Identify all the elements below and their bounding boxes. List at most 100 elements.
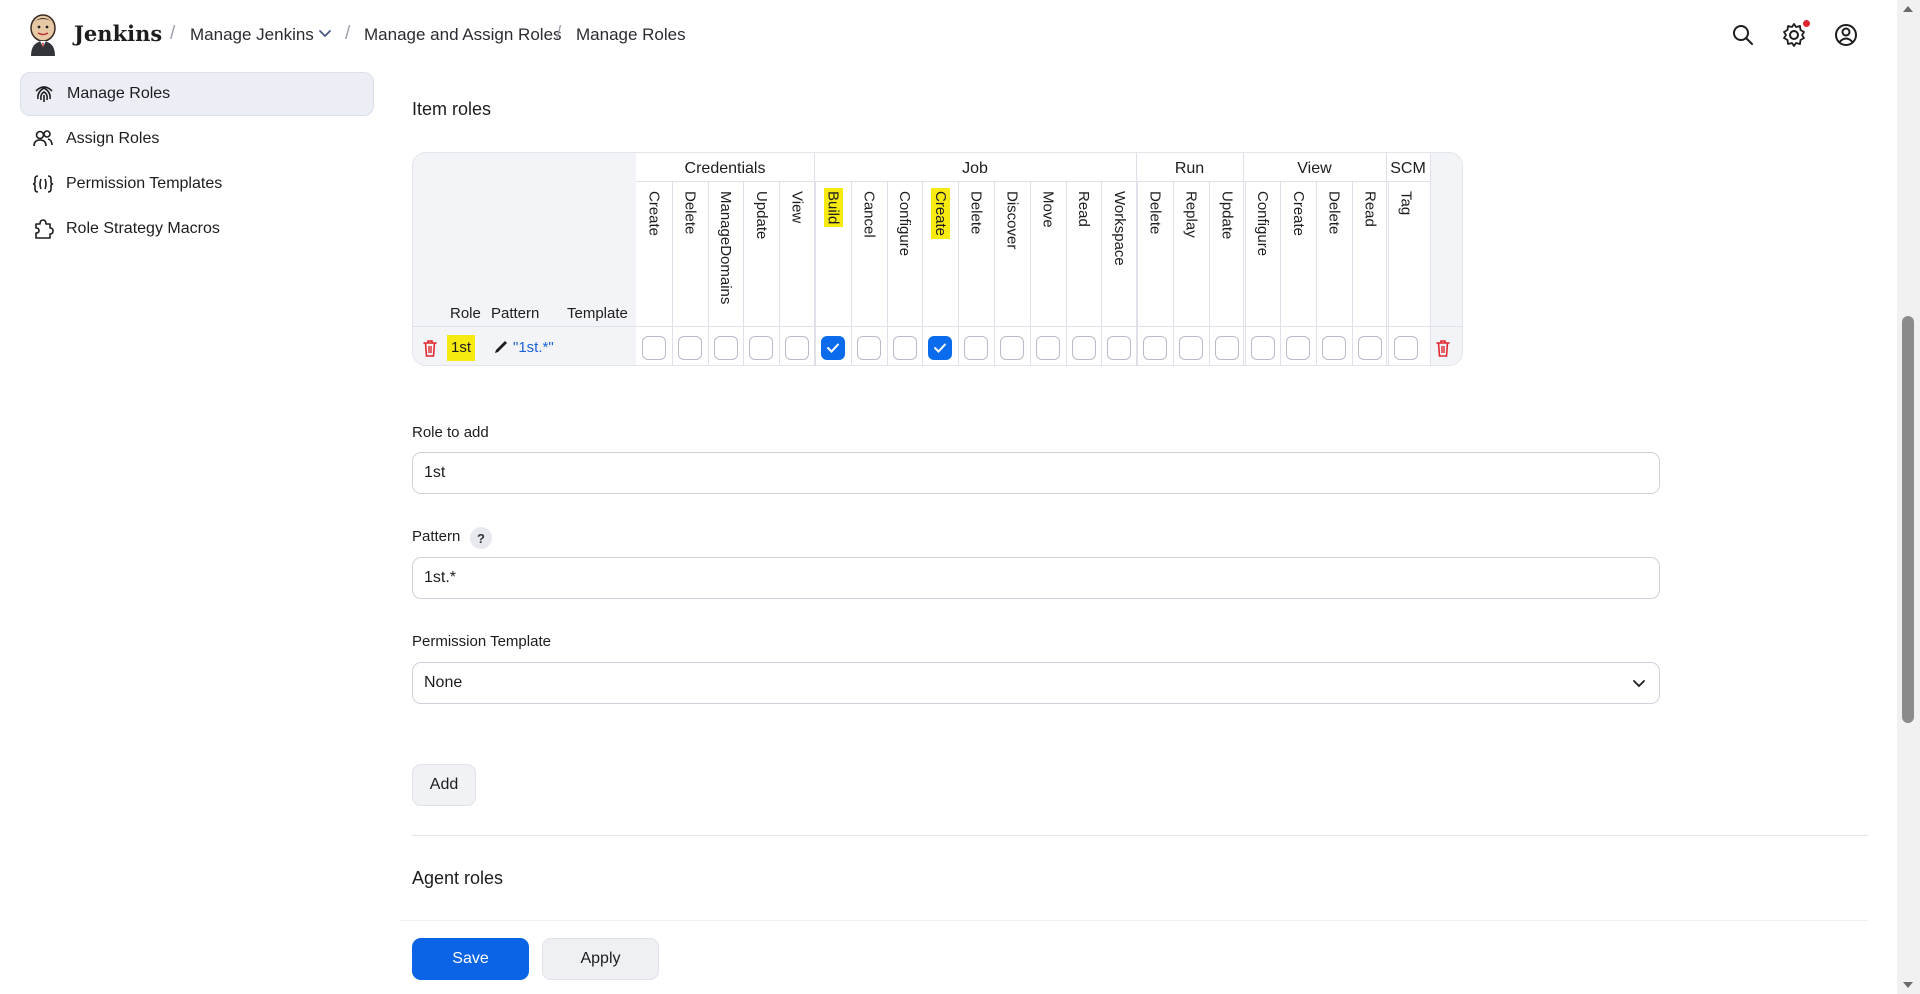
- scrollbar-thumb[interactable]: [1902, 316, 1914, 723]
- permission-template-select[interactable]: None: [412, 662, 1660, 704]
- permission-label-text: Update: [752, 191, 770, 240]
- search-icon[interactable]: [1730, 22, 1756, 48]
- top-header: Jenkins / Manage Jenkins / Manage and As…: [0, 0, 1900, 70]
- permission-checkbox[interactable]: [749, 336, 774, 360]
- permission-checkbox[interactable]: [1071, 336, 1096, 360]
- role-to-add-input[interactable]: [412, 452, 1660, 494]
- permission-checkbox[interactable]: [713, 336, 738, 360]
- permission-checkbox-checked[interactable]: [821, 336, 845, 360]
- permission-template-value: None: [424, 674, 463, 691]
- group-view: View: [1297, 160, 1332, 177]
- group-job: Job: [962, 160, 988, 177]
- scroll-up-arrow[interactable]: [1903, 6, 1913, 12]
- pattern-label: Pattern: [412, 528, 461, 545]
- permission-label-text: Configure: [1254, 191, 1272, 257]
- permission-checkbox[interactable]: [964, 336, 989, 360]
- permission-label: Replay: [1173, 188, 1209, 312]
- permission-checkbox[interactable]: [785, 336, 810, 360]
- permission-label: Update: [743, 188, 779, 312]
- sidebar-item-permission-templates[interactable]: Permission Templates: [20, 162, 374, 206]
- permission-label: Delete: [958, 188, 994, 312]
- sidebar-item-assign-roles[interactable]: Assign Roles: [20, 117, 374, 161]
- chevron-down-icon: [1633, 680, 1645, 688]
- delete-role-icon[interactable]: [1434, 338, 1452, 358]
- check-icon: [827, 343, 839, 353]
- permission-checkbox[interactable]: [1358, 336, 1382, 360]
- breadcrumb-separator: /: [556, 23, 562, 44]
- permission-checkbox[interactable]: [1107, 336, 1132, 360]
- permission-checkbox[interactable]: [1143, 336, 1168, 360]
- permission-label: Configure: [887, 188, 923, 312]
- permission-label: Delete: [1137, 188, 1173, 312]
- permission-checkbox[interactable]: [1393, 336, 1418, 360]
- permission-checkbox[interactable]: [892, 336, 917, 360]
- delete-role-icon[interactable]: [421, 338, 439, 358]
- role-pattern[interactable]: "1st.*": [513, 339, 554, 356]
- permission-label-text: Build: [823, 188, 843, 228]
- apply-button[interactable]: Apply: [542, 938, 659, 980]
- pattern-help-icon[interactable]: ?: [470, 527, 492, 549]
- permission-label-text: Update: [1218, 191, 1236, 240]
- permission-label: Create: [1280, 188, 1316, 312]
- permission-label-text: Delete: [681, 191, 699, 235]
- scroll-down-arrow[interactable]: [1903, 982, 1913, 988]
- permission-checkbox-checked[interactable]: [928, 336, 953, 360]
- permission-checkbox[interactable]: [1286, 336, 1311, 360]
- breadcrumb-manage-assign-roles[interactable]: Manage and Assign Roles: [364, 25, 562, 45]
- permission-checkbox[interactable]: [1179, 336, 1203, 360]
- permission-checkbox[interactable]: [1035, 336, 1060, 360]
- permission-label-text: Create: [645, 191, 663, 237]
- permission-checkbox[interactable]: [1322, 336, 1347, 360]
- group-run: Run: [1174, 160, 1205, 177]
- sidebar-item-role-strategy-macros[interactable]: Role Strategy Macros: [20, 207, 374, 251]
- permission-label: Discover: [994, 188, 1030, 312]
- permission-label-text: Create: [930, 188, 950, 240]
- permission-label-text: Workspace: [1110, 191, 1128, 266]
- permission-checkbox[interactable]: [677, 336, 702, 360]
- permission-label-text: Read: [1075, 191, 1093, 227]
- permission-label: Read: [1352, 188, 1388, 312]
- users-icon: [32, 128, 54, 150]
- save-button[interactable]: Save: [412, 938, 529, 980]
- sidebar-item-label: Assign Roles: [66, 130, 160, 147]
- permission-checkbox[interactable]: [1214, 336, 1239, 360]
- group-credentials: Credentials: [684, 160, 766, 177]
- permission-label-text: Replay: [1182, 191, 1200, 238]
- add-role-button[interactable]: Add: [412, 764, 476, 806]
- sidebar-item-label: Permission Templates: [66, 175, 223, 192]
- permission-checkbox[interactable]: [1000, 336, 1024, 360]
- permission-label-text: ManageDomains: [717, 191, 735, 305]
- sidebar-item-manage-roles[interactable]: Manage Roles: [20, 72, 374, 116]
- breadcrumb-manage-jenkins[interactable]: Manage Jenkins: [190, 25, 314, 45]
- permission-label: Cancel: [851, 188, 887, 312]
- permission-checkbox[interactable]: [856, 336, 881, 360]
- permission-label-text: View: [788, 191, 806, 224]
- permission-label: Configure: [1245, 188, 1281, 312]
- permission-checkbox[interactable]: [1250, 336, 1275, 360]
- pattern-input[interactable]: [412, 557, 1660, 599]
- puzzle-icon: [32, 218, 54, 240]
- notification-dot: [1803, 20, 1810, 27]
- permission-label: Build: [815, 188, 851, 312]
- breadcrumb-manage-roles[interactable]: Manage Roles: [576, 25, 686, 45]
- permission-label-text: Tag: [1397, 191, 1415, 216]
- permission-template-label: Permission Template: [412, 633, 551, 650]
- chevron-down-icon[interactable]: [316, 25, 334, 43]
- permission-label: Create: [922, 188, 958, 312]
- jenkins-logo[interactable]: [26, 14, 60, 56]
- permission-label-text: Configure: [896, 191, 914, 257]
- permission-label: Create: [636, 188, 672, 312]
- permission-label-text: Delete: [1146, 191, 1164, 235]
- permission-label-text: Read: [1361, 191, 1379, 227]
- grid-divider: [1430, 153, 1431, 365]
- edit-pattern-icon[interactable]: [493, 339, 509, 355]
- sidebar-item-label: Role Strategy Macros: [66, 220, 220, 237]
- sidebar-item-label: Manage Roles: [67, 85, 171, 102]
- permission-label-text: Create: [1289, 191, 1307, 237]
- user-icon[interactable]: [1833, 22, 1859, 48]
- brand-title[interactable]: Jenkins: [74, 21, 162, 46]
- breadcrumb-separator: /: [170, 23, 176, 44]
- grid-divider: [636, 181, 1430, 182]
- fingerprint-icon: [33, 83, 55, 105]
- permission-checkbox[interactable]: [642, 336, 666, 360]
